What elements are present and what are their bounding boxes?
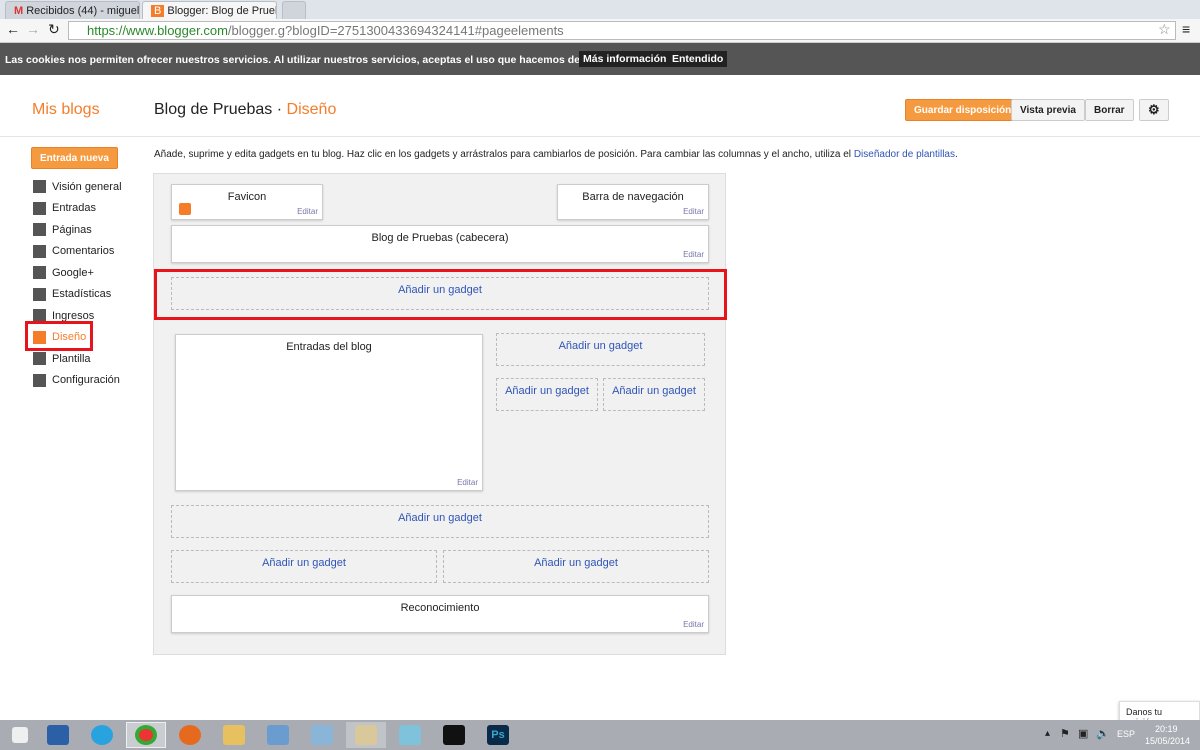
home-icon — [33, 180, 46, 193]
divider — [0, 136, 1200, 137]
page-title: Blog de Pruebas · Diseño — [154, 101, 337, 118]
intro-text: Añade, suprime y edita gadgets en tu blo… — [154, 149, 958, 160]
gadget-header[interactable]: Blog de Pruebas (cabecera) Editar — [171, 225, 709, 263]
add-gadget-link[interactable]: Añadir un gadget — [443, 550, 709, 583]
forward-icon[interactable]: → — [26, 21, 40, 37]
bookmark-star-icon[interactable]: ☆ — [1158, 21, 1171, 38]
chrome-icon[interactable] — [126, 722, 166, 748]
address-bar-row: ← → ↻ https://www.blogger.com/blogger.g?… — [0, 19, 1200, 43]
edit-link[interactable]: Editar — [683, 250, 704, 259]
edit-link[interactable]: Editar — [683, 207, 704, 216]
blogger-icon: B — [151, 5, 165, 17]
sidebar-item-label: Visión general — [52, 180, 122, 193]
gadget-favicon[interactable]: Favicon Editar — [171, 184, 323, 220]
preview-button[interactable]: Vista previa — [1011, 99, 1085, 121]
control-panel-icon[interactable] — [258, 722, 298, 748]
ie-icon[interactable] — [82, 722, 122, 748]
taskbar: Ps ▴ ⚑ ▣ 🔈 ESP 20:19 15/05/2014 — [0, 720, 1200, 750]
edit-link[interactable]: Editar — [683, 620, 704, 629]
sidebar-item-visi-n-general[interactable]: Visión general — [33, 180, 122, 193]
blogger-favicon-icon — [179, 203, 191, 215]
sidebar-item-label: Páginas — [52, 223, 92, 236]
sidebar-item-comentarios[interactable]: Comentarios — [33, 244, 115, 258]
tab-blogger[interactable]: B Blogger: Blog de Pruebas — [142, 1, 277, 19]
sidebar-item-plantilla[interactable]: Plantilla — [33, 352, 91, 365]
sidebar-item-google-[interactable]: Google+ — [33, 266, 94, 279]
add-gadget-link[interactable]: Añadir un gadget — [496, 378, 598, 411]
tab-gmail[interactable]: M Recibidos (44) - miguelco — [5, 1, 140, 19]
paint-icon[interactable] — [346, 722, 386, 748]
accept-cookies-button[interactable]: Entendido — [668, 51, 728, 67]
reload-icon[interactable]: ↻ — [48, 21, 60, 38]
posts-icon — [33, 201, 46, 215]
save-layout-button[interactable]: Guardar disposición — [905, 99, 1021, 121]
sidebar-item-label: Estadísticas — [52, 288, 112, 300]
notepad-icon[interactable] — [390, 722, 430, 748]
highlight-box-design — [25, 321, 93, 351]
cmd-icon[interactable] — [434, 722, 474, 748]
sidebar-item-label: Ingresos — [52, 309, 95, 322]
language-indicator[interactable]: ESP — [1117, 729, 1135, 739]
add-gadget-link[interactable]: Añadir un gadget — [171, 550, 437, 583]
more-info-button[interactable]: Más información — [579, 51, 671, 67]
firefox-icon[interactable] — [170, 722, 210, 748]
sidebar-item-label: Plantilla — [52, 352, 91, 365]
add-gadget-link[interactable]: Añadir un gadget — [171, 505, 709, 538]
start-windows-icon[interactable] — [0, 722, 40, 748]
gadget-attribution[interactable]: Reconocimiento Editar — [171, 595, 709, 633]
new-tab-button[interactable] — [282, 1, 306, 19]
add-gadget-link[interactable]: Añadir un gadget — [171, 277, 709, 310]
cookie-banner: Las cookies nos permiten ofrecer nuestro… — [0, 43, 1200, 75]
sidebar-item-label: Google+ — [52, 266, 94, 279]
sidebar-item-label: Configuración — [52, 374, 120, 386]
new-post-button[interactable]: Entrada nueva — [31, 147, 118, 169]
volume-icon[interactable]: 🔈 — [1096, 727, 1110, 740]
network-icon[interactable] — [302, 722, 342, 748]
photoshop-icon[interactable]: Ps — [478, 722, 518, 748]
sidebar-item-label: Entradas — [52, 202, 97, 214]
tab-bar: M Recibidos (44) - miguelco B Blogger: B… — [0, 0, 1200, 19]
google-plus-icon — [33, 266, 46, 279]
sidebar-item-p-ginas[interactable]: Páginas — [33, 223, 92, 236]
sidebar-item-estad-sticas[interactable]: Estadísticas — [33, 287, 112, 301]
clock-time[interactable]: 20:19 — [1155, 724, 1178, 734]
clock-date[interactable]: 15/05/2014 — [1145, 736, 1190, 746]
add-gadget-link[interactable]: Añadir un gadget — [496, 333, 705, 366]
pie-chart-icon — [33, 287, 46, 301]
back-icon[interactable]: ← — [6, 21, 20, 37]
add-gadget-link[interactable]: Añadir un gadget — [603, 378, 705, 411]
gmail-icon: M — [14, 5, 27, 17]
url-input[interactable]: https://www.blogger.com/blogger.g?blogID… — [68, 21, 1176, 40]
my-blogs-link[interactable]: Mis blogs — [32, 101, 100, 119]
pages-icon — [33, 223, 46, 236]
wrench-icon — [33, 373, 46, 387]
paint-roller-icon — [33, 352, 46, 365]
desktop-icon[interactable] — [38, 722, 78, 748]
folder-icon[interactable] — [214, 722, 254, 748]
gadget-blog-posts[interactable]: Entradas del blog Editar — [175, 334, 483, 491]
sidebar-item-entradas[interactable]: Entradas — [33, 201, 97, 215]
tray-expand-icon[interactable]: ▴ — [1045, 728, 1050, 739]
edit-link[interactable]: Editar — [457, 478, 478, 487]
comment-icon — [33, 244, 46, 258]
delete-button[interactable]: Borrar — [1085, 99, 1134, 121]
sidebar-item-configuraci-n[interactable]: Configuración — [33, 373, 120, 387]
settings-gear-icon[interactable]: ⚙ — [1139, 99, 1169, 121]
menu-icon[interactable]: ≡ — [1182, 21, 1190, 37]
gadget-navbar[interactable]: Barra de navegación Editar — [557, 184, 709, 220]
flag-icon[interactable]: ⚑ — [1060, 727, 1070, 740]
edit-link[interactable]: Editar — [297, 207, 318, 216]
sidebar-item-label: Comentarios — [52, 245, 115, 257]
network-tray-icon[interactable]: ▣ — [1078, 727, 1088, 740]
template-designer-link[interactable]: Diseñador de plantillas — [854, 149, 955, 160]
